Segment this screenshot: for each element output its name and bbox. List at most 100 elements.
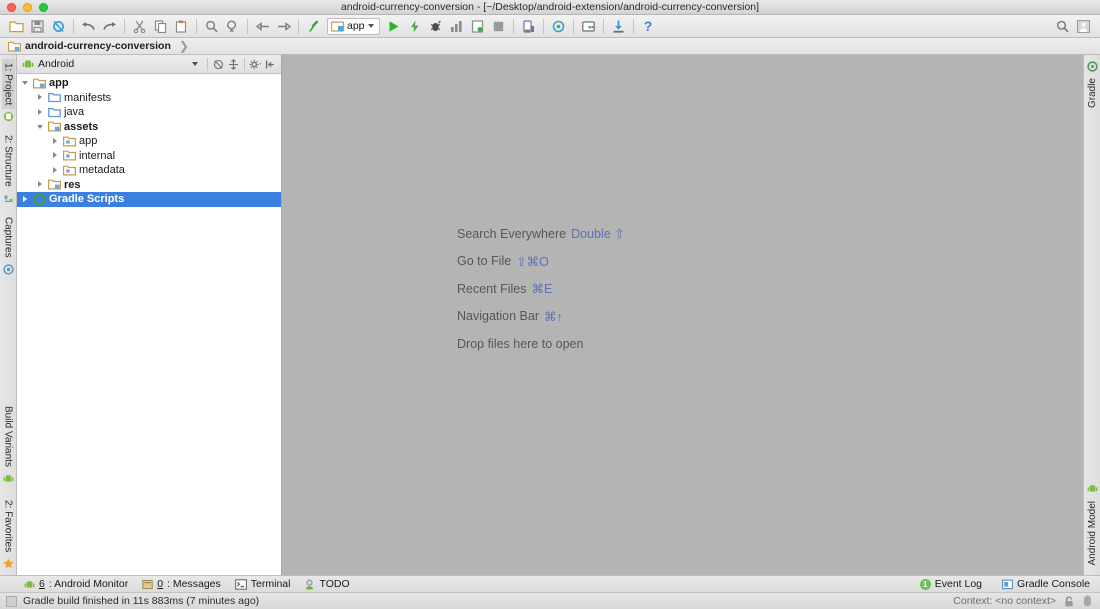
sync-gradle-icon[interactable] [548, 16, 569, 37]
user-account-icon[interactable] [1073, 16, 1094, 37]
project-tool-window: Android app manifests java assets app in… [17, 55, 282, 575]
tree-expand-arrow-open-icon[interactable] [36, 122, 45, 131]
scroll-from-source-icon[interactable] [226, 57, 241, 72]
project-folder-icon [8, 41, 21, 51]
sidebar-item-label: 2: Structure [2, 135, 14, 187]
help-icon[interactable]: ? [638, 16, 659, 37]
sidebar-item-captures[interactable]: Captures [2, 213, 15, 262]
toolbar-divider [298, 18, 299, 34]
status-message: Gradle build finished in 11s 883ms (7 mi… [23, 595, 260, 607]
tree-node-label: app [49, 77, 69, 90]
bottom-tab-messages[interactable]: 0: Messages [138, 578, 231, 590]
tree-expand-arrow-closed-icon[interactable] [36, 108, 45, 117]
run-icon[interactable] [383, 16, 404, 37]
lock-icon[interactable] [1062, 595, 1075, 608]
save-all-icon[interactable] [27, 16, 48, 37]
chevron-down-icon[interactable] [192, 62, 198, 66]
paste-icon[interactable] [171, 16, 192, 37]
replace-icon[interactable] [222, 16, 243, 37]
hint-drop-files: Drop files here to open [457, 330, 625, 358]
find-icon[interactable] [201, 16, 222, 37]
cut-icon[interactable] [129, 16, 150, 37]
hint-shortcut: ⌘↑ [544, 309, 563, 324]
tree-node-label: app [79, 135, 98, 148]
sidebar-item-structure[interactable]: 2: Structure [2, 131, 15, 191]
hint-label: Drop files here to open [457, 336, 584, 351]
structure-icon [4, 195, 12, 202]
gradle-console-icon [1002, 579, 1013, 590]
bottom-tab-terminal[interactable]: Terminal [231, 578, 301, 590]
bottom-tab-android-monitor[interactable]: 6: Android Monitor [20, 578, 138, 590]
undo-icon[interactable] [78, 16, 99, 37]
copy-icon[interactable] [150, 16, 171, 37]
tree-expand-arrow-closed-icon[interactable] [36, 180, 45, 189]
back-icon[interactable] [252, 16, 273, 37]
sidebar-item-project[interactable]: 1: Project [1, 59, 15, 110]
sidebar-item-gradle[interactable]: Gradle [1086, 74, 1099, 112]
editor-area[interactable]: Search Everywhere Double ⇧ Go to File ⇧⌘O Re… [282, 55, 1083, 575]
settings-gear-icon[interactable] [248, 57, 263, 72]
tree-expand-arrow-closed-icon[interactable] [51, 137, 60, 146]
memory-indicator-icon[interactable] [1081, 595, 1094, 608]
open-project-icon[interactable] [6, 16, 27, 37]
project-tree[interactable]: app manifests java assets app internal metadat… [17, 74, 281, 575]
android-studio-window: android-currency-conversion - [~/Desktop… [0, 0, 1100, 609]
sidebar-item-android-model[interactable]: Android Model [1086, 497, 1099, 569]
tree-node-label: internal [79, 149, 116, 162]
tree-node[interactable]: manifests [17, 91, 281, 106]
breadcrumb[interactable]: android-currency-conversion ❯ [0, 38, 1100, 55]
run-config-label: app [347, 20, 365, 32]
tree-node[interactable]: internal [17, 149, 281, 164]
tree-node[interactable]: metadata [17, 163, 281, 178]
profile-icon[interactable] [467, 16, 488, 37]
stop-icon[interactable] [488, 16, 509, 37]
bottom-tab-todo[interactable]: TODO [300, 578, 359, 590]
apply-changes-icon[interactable] [404, 16, 425, 37]
sidebar-item-label: Android Model [1086, 500, 1098, 565]
bottom-tab-gradle-console[interactable]: Gradle Console [992, 578, 1100, 590]
main-toolbar: app ? [0, 15, 1100, 38]
tree-node[interactable]: res [17, 178, 281, 193]
run-with-coverage-icon[interactable] [446, 16, 467, 37]
tree-expand-arrow-open-icon[interactable] [21, 79, 30, 88]
redo-icon[interactable] [99, 16, 120, 37]
workspace: 1: Project 2: Structure Captures Build V… [0, 55, 1100, 575]
tree-node-label: java [64, 106, 85, 119]
android-icon [24, 579, 35, 590]
tree-node[interactable]: Gradle Scripts [17, 192, 281, 207]
bottom-tab-label: Terminal [250, 578, 291, 590]
tree-node-label: res [64, 178, 81, 191]
tree-expand-arrow-closed-icon[interactable] [51, 151, 60, 160]
toolbar-divider [542, 18, 544, 34]
tree-node[interactable]: assets [17, 120, 281, 135]
sidebar-item-favorites[interactable]: 2: Favorites [2, 496, 15, 556]
forward-icon[interactable] [273, 16, 294, 37]
search-everywhere-icon[interactable] [1052, 16, 1073, 37]
status-indicator-icon [6, 595, 17, 607]
run-configuration-selector[interactable]: app [327, 17, 380, 35]
sidebar-item-build-variants[interactable]: Build Variants [2, 402, 15, 471]
sync-icon[interactable] [48, 16, 69, 37]
tree-node-label: Gradle Scripts [49, 193, 125, 206]
avd-manager-icon[interactable] [518, 16, 539, 37]
tree-node[interactable]: java [17, 105, 281, 120]
tree-node[interactable]: app [17, 76, 281, 91]
tree-expand-arrow-closed-icon[interactable] [21, 195, 30, 204]
toolbar-divider [512, 18, 514, 34]
chevron-down-icon[interactable] [367, 24, 374, 28]
tree-node[interactable]: app [17, 134, 281, 149]
bottom-tab-event-log[interactable]: 1 Event Log [910, 578, 992, 590]
build-hammer-icon[interactable] [303, 16, 324, 37]
tree-expand-arrow-closed-icon[interactable] [36, 93, 45, 102]
hide-panel-icon[interactable] [263, 57, 278, 72]
bottom-tab-label: Event Log [934, 578, 983, 590]
download-icon[interactable] [608, 16, 629, 37]
sdk-manager-icon[interactable] [578, 16, 599, 37]
collapse-all-icon[interactable] [211, 57, 226, 72]
tree-expand-arrow-closed-icon[interactable] [51, 166, 60, 175]
breadcrumb-label: android-currency-conversion [25, 40, 171, 52]
title-bar: android-currency-conversion - [~/Desktop… [0, 0, 1100, 15]
toolbar-divider [73, 18, 74, 34]
project-view-selector[interactable]: Android [20, 58, 204, 70]
debug-icon[interactable] [425, 16, 446, 37]
